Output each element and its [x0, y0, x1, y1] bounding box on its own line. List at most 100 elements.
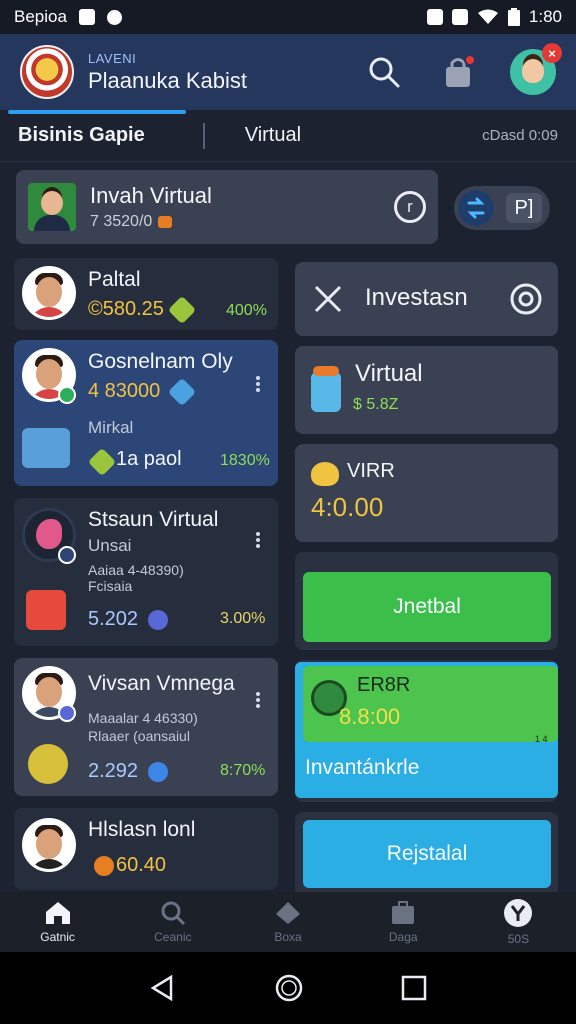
brand: LAVENI Plaanuka Kabist — [88, 51, 247, 94]
vibrate-icon — [451, 9, 468, 25]
virtual-card[interactable]: Virtual $ 5.8Z — [295, 346, 558, 434]
home-circle-icon[interactable] — [274, 973, 304, 1003]
brand-title: Plaanuka Kabist — [88, 67, 247, 93]
mini-toggle-label[interactable]: P] — [506, 193, 542, 223]
verified-badge — [58, 386, 76, 404]
tab-virtual[interactable]: Virtual — [245, 124, 301, 147]
app-header: LAVENI Plaanuka Kabist × — [0, 34, 576, 110]
list-item[interactable]: Hlslasn lonl 60.40 — [14, 808, 278, 890]
search-icon — [161, 901, 185, 926]
nav-label: Daga — [388, 930, 418, 944]
nav-search[interactable]: Ceanic — [115, 892, 230, 952]
search-button[interactable] — [362, 50, 406, 94]
home-icon — [45, 902, 70, 924]
inetbal-button[interactable]: Jnetbal — [303, 572, 551, 642]
list-item-meta: Rlaaer (oansaiul — [88, 728, 190, 744]
rejstalal-button[interactable]: Rejstalal — [303, 820, 551, 888]
info-circle-icon[interactable]: r — [394, 191, 426, 223]
avatar — [22, 266, 76, 320]
tab-divider — [202, 122, 205, 149]
nav-label: Gatnic — [40, 930, 75, 944]
notification-dot — [464, 54, 476, 66]
list-item[interactable]: Gosnelnam Oly 4 83000 Mirkal 1a paol 183… — [14, 340, 278, 486]
rejstalal-wrapper: Rejstalal — [295, 812, 558, 898]
profile-avatar[interactable]: × — [510, 43, 562, 95]
app-icon — [26, 590, 66, 630]
profile-icon — [504, 899, 533, 927]
briefcase-icon — [392, 901, 415, 924]
list-item-meta: Maaalar 4 46330) — [88, 710, 198, 726]
back-icon[interactable] — [149, 974, 177, 1002]
coin-icon — [89, 851, 119, 881]
brand-logo — [20, 45, 74, 99]
list-item[interactable]: Vivsan Vmnega Maaalar 4 46330) Rlaaer (o… — [14, 658, 278, 796]
document-icon — [22, 428, 70, 468]
ersr-footer: Invantánkrle — [305, 756, 420, 779]
gem-icon — [167, 377, 197, 407]
status-label: Bepioa — [14, 7, 67, 26]
featured-card[interactable]: Invah Virtual 7 3520/0 r — [16, 170, 438, 244]
nav-briefcase[interactable]: Daga — [346, 892, 461, 952]
transfer-icon[interactable] — [458, 190, 494, 226]
investasn-title: Investasn — [365, 284, 468, 311]
virr-card[interactable]: VIRR 4:0.00 — [295, 444, 558, 542]
list-item-name: Stsaun Virtual — [88, 508, 219, 531]
more-icon[interactable] — [256, 532, 260, 548]
gem-icon — [167, 295, 197, 325]
close-icon[interactable] — [313, 284, 343, 314]
inetbal-wrapper: Jnetbal — [295, 552, 558, 650]
cart-button[interactable] — [436, 50, 480, 94]
sim-icon — [426, 9, 443, 25]
list-item[interactable]: Paltal ©580.25 400% — [14, 258, 278, 330]
list-item-price: 2.292 — [88, 760, 139, 782]
tab-business[interactable]: Bisinis Gapie — [18, 124, 145, 147]
list-item-subline: Unsai — [88, 536, 132, 555]
ersr-wrapper: Invantánkrle ER8R 8.8:00 1 4 — [295, 660, 558, 802]
more-icon[interactable] — [256, 692, 260, 708]
investasn-card: Investasn — [295, 262, 558, 336]
target-icon[interactable] — [509, 282, 543, 316]
nav-label: Boxa — [274, 930, 302, 944]
coin-icon — [143, 605, 173, 635]
coin-icon — [158, 215, 173, 228]
ersr-title: ER8R — [357, 674, 411, 696]
list-item-price: 5.202 — [88, 608, 139, 630]
gem-icon — [87, 447, 117, 477]
list-item-name: Vivsan Vmnega — [88, 672, 235, 695]
ersr-amount: 8.8:00 — [339, 704, 401, 729]
check-coin-icon — [143, 757, 173, 787]
mini-toggle[interactable]: P] — [454, 186, 550, 230]
list-item-price: 60.40 — [116, 854, 167, 876]
nav-label: Ceanic — [154, 930, 192, 944]
list-item-name: Gosnelnam Oly — [88, 350, 233, 373]
more-icon[interactable] — [256, 376, 260, 392]
status-badge — [58, 546, 76, 564]
status-bar: Bepioa 1:80 — [0, 0, 576, 34]
settings-gear-icon — [28, 744, 68, 784]
list-item-price: 4 83000 — [88, 380, 161, 402]
brand-subtitle: LAVENI — [88, 50, 137, 66]
ersr-tiny: 1 4 — [535, 734, 548, 744]
nav-label: 50S — [507, 932, 530, 946]
system-nav-bar — [0, 952, 576, 1024]
list-item-action: 1a paol — [116, 448, 182, 470]
list-item-percent: 1830% — [220, 452, 270, 469]
building-icon — [311, 372, 341, 412]
nav-profile[interactable]: 50S — [461, 892, 576, 952]
featured-subtitle: 7 3520/0 — [90, 213, 212, 231]
list-item-name: Paltal — [88, 268, 141, 291]
nav-tags[interactable]: Boxa — [230, 892, 345, 952]
list-item-small: Mirkal — [88, 418, 134, 437]
search-icon — [369, 57, 400, 88]
coin-icon — [311, 462, 339, 486]
close-icon[interactable]: × — [542, 43, 562, 63]
shield-icon — [106, 9, 122, 25]
virr-amount: 4:0.00 — [311, 492, 384, 522]
nav-home[interactable]: Gatnic — [0, 892, 115, 952]
list-item-name: Hlslasn lonl — [88, 818, 196, 841]
recents-icon[interactable] — [401, 975, 427, 1001]
battery-icon — [507, 8, 520, 26]
list-item[interactable]: Stsaun Virtual Unsai Aaiaa 4-48390) Fcis… — [14, 498, 278, 646]
status-badge — [58, 704, 76, 722]
list-item-percent: 400% — [226, 302, 267, 319]
